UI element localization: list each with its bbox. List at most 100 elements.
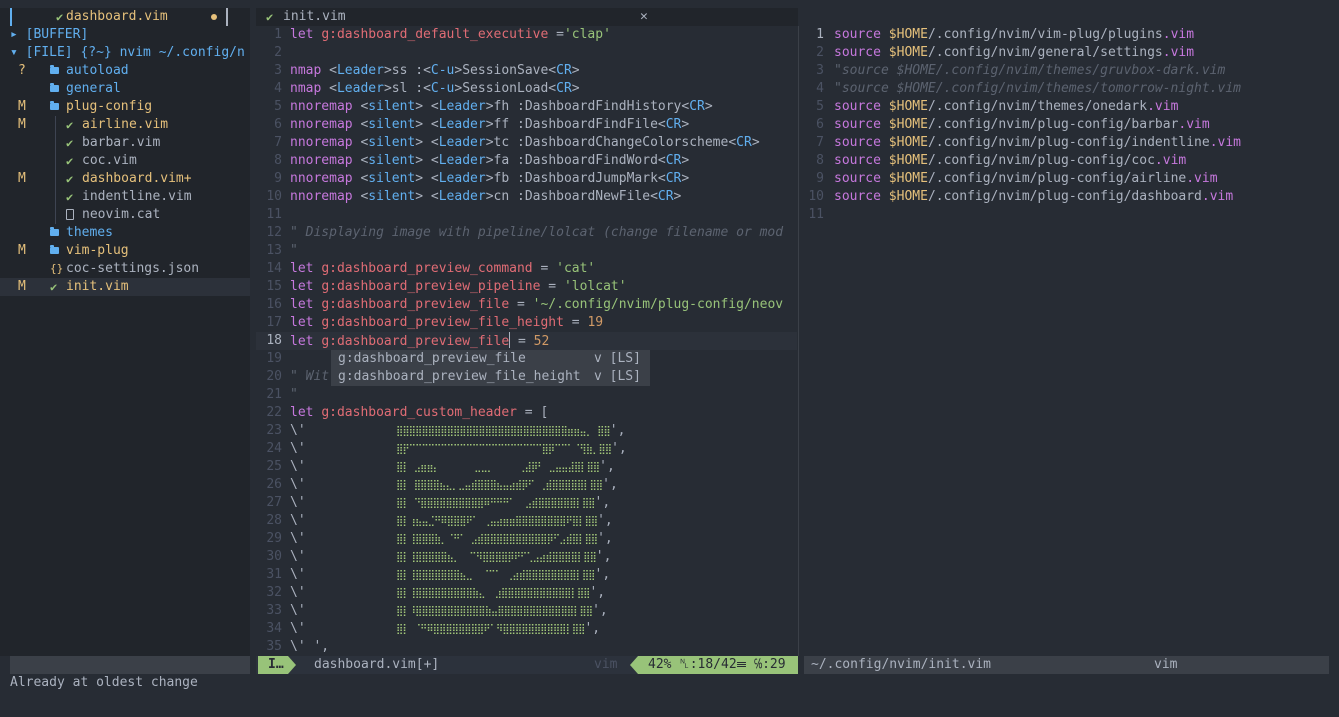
code-token: > — [704, 99, 713, 114]
line-number: 15 — [266, 279, 282, 294]
tab-close-icon[interactable]: ✕ — [640, 8, 648, 26]
code-token: let — [290, 334, 322, 349]
completion-item[interactable]: g:dashboard_preview_file_height v [LS] — [331, 368, 650, 386]
tree-row[interactable]: ✔ indentline.vim — [0, 188, 250, 206]
code-line[interactable]: 2 source $HOME/.config/nvim/general/setti… — [804, 44, 1339, 62]
code-line[interactable]: 23 \' ⣿⣿⣿⣿⣿⣿⣿⣿⣿⣿⣿⣿⣿⣿⣿⣿⣿⣿⣿⣿⣿⣿⣿⣿⣿⣿⣿⣶⣶⣤⡀ ⣿⣿'… — [256, 422, 797, 440]
code-token: nnoremap — [290, 117, 361, 132]
code-line[interactable]: 22 let g:dashboard_custom_header = [ — [256, 404, 797, 422]
code-line[interactable]: 32 \' ⣿⡇⢸⣿⣿⣿⣿⣿⣿⣿⣿⣿⣷⣄ ⣰⣿⣿⣿⣿⣿⣿⣿⣿⣿⣿⣿⡇⣿⣿', — [256, 584, 797, 602]
git-status-badge: M — [18, 243, 26, 258]
code-line[interactable]: 24 \' ⣿⡟⠉⠉⠉⠉⠉⠉⠉⠉⠉⠉⠉⠉⠉⠉⠉⠉⠉⠉⠉⠉⠉⣿⡿⠉⠉⠁⠈⢻⣷⡀⣿⣿'… — [256, 440, 797, 458]
tree-row[interactable]: ▸ [BUFFER] — [0, 26, 250, 44]
code-line[interactable]: 3 nmap <Leader>ss :<C-u>SessionSave<CR> — [256, 62, 797, 80]
tree-item-label: neovim.cat — [82, 207, 161, 222]
code-line[interactable]: 10 source $HOME/.config/nvim/plug-config/… — [804, 188, 1339, 206]
tree-row[interactable]: ✔ dashboard.vim — [0, 8, 250, 26]
code-token: .vim — [1201, 189, 1234, 204]
tree-row[interactable]: Mvim-plug — [0, 242, 250, 260]
line-number: 22 — [266, 405, 282, 420]
tree-row[interactable]: ? autoload — [0, 62, 250, 80]
tree-row[interactable]: ✔ coc.vim — [0, 152, 250, 170]
editor-right[interactable]: 1 source $HOME/.config/nvim/vim-plug/plug… — [804, 26, 1339, 656]
code-line[interactable]: 6 nnoremap <silent> <Leader>ff :Dashboard… — [256, 116, 797, 134]
code-line[interactable]: 35 \' ', — [256, 638, 797, 656]
code-line[interactable]: 16 let g:dashboard_preview_file = '~/.con… — [256, 296, 797, 314]
code-line[interactable]: 8 nnoremap <silent> <Leader>fa :Dashboard… — [256, 152, 797, 170]
code-line[interactable]: 18 let g:dashboard_preview_file = 52 — [256, 332, 797, 350]
code-line[interactable]: 21 " — [256, 386, 797, 404]
code-line[interactable]: 28 \' ⣿⡇⢰⣦⣤⣈⠛⠿⣿⣿⣿⠟⠁ ⢀⣤⣴⣶⣶⣿⣿⣿⣿⣿⣿⣿⣿⠟⣿⡇⣿⣿', — [256, 512, 797, 530]
code-line[interactable]: 31 \' ⣿⡇⢸⣿⣿⣿⣿⣿⣿⣿⣦⣀ ⠈⠉⠁ ⢀⣴⣾⣿⣿⣿⣿⣿⣿⣿⣿⡇⣿⣿', — [256, 566, 797, 584]
tree-item-label: general — [66, 81, 121, 96]
tree-row[interactable]: neovim.cat — [0, 206, 250, 224]
tree-row[interactable]: M ✔ init.vim — [0, 278, 250, 296]
code-line[interactable]: 7 source $HOME/.config/nvim/plug-config/i… — [804, 134, 1339, 152]
line-number: 29 — [266, 531, 282, 546]
line-number: 6 — [816, 117, 824, 132]
code-line[interactable]: 30 \' ⣿⡇⢸⣿⣿⣿⣿⣿⣦⡀ ⠉⠻⣿⣿⣿⣿⡿⠟⠋⢁⣠⣴⣾⣿⣿⣿⣿⡇⣿⣿', — [256, 548, 797, 566]
vim-icon: ✔ — [66, 118, 74, 132]
code-line[interactable]: 5 source $HOME/.config/nvim/themes/onedar… — [804, 98, 1339, 116]
code-token: \' — [290, 495, 306, 510]
editor-main[interactable]: 1 let g:dashboard_default_executive ='cla… — [256, 26, 797, 656]
tree-row[interactable]: M ✔ airline.vim — [0, 116, 250, 134]
code-line[interactable]: 15 let g:dashboard_preview_pipeline = 'lo… — [256, 278, 797, 296]
code-token: Leader — [438, 135, 486, 150]
code-line[interactable]: 34 \' ⣿⡇ ⠈⠛⠿⣿⣿⣿⣿⣿⣿⣿⣿⠟⠁⠻⣿⣿⣿⣿⣿⣿⣿⣿⣿⣿⡇⣿⣿', — [256, 620, 797, 638]
code-token: > — [571, 63, 580, 78]
code-token: \' — [290, 423, 306, 438]
code-line[interactable]: 13 " — [256, 242, 797, 260]
code-line[interactable]: 8 source $HOME/.config/nvim/plug-config/c… — [804, 152, 1339, 170]
code-token: /.config/nvim/plug-config/barbar — [927, 117, 1179, 132]
code-token: nnoremap — [290, 153, 361, 168]
code-token: .vim — [1162, 27, 1195, 42]
vim-icon: ✔ — [66, 190, 74, 204]
tree-row[interactable]: M ✔ dashboard.vim+ — [0, 170, 250, 188]
code-line[interactable]: 9 source $HOME/.config/nvim/plug-config/a… — [804, 170, 1339, 188]
code-line[interactable]: 3 "source $HOME/.config/nvim/themes/gruvb… — [804, 62, 1339, 80]
code-line[interactable]: 4 nmap <Leader>sl :<C-u>SessionLoad<CR> — [256, 80, 797, 98]
code-line[interactable]: 11 — [804, 206, 1339, 224]
code-line[interactable]: 1 let g:dashboard_default_executive ='cla… — [256, 26, 797, 44]
tree-row[interactable]: Mplug-config — [0, 98, 250, 116]
tree-row[interactable]: {} coc-settings.json — [0, 260, 250, 278]
code-line[interactable]: 6 source $HOME/.config/nvim/plug-config/b… — [804, 116, 1339, 134]
code-line[interactable]: 9 nnoremap <silent> <Leader>fb :Dashboard… — [256, 170, 797, 188]
code-line[interactable]: 5 nnoremap <silent> <Leader>fh :Dashboard… — [256, 98, 797, 116]
line-number: 4 — [816, 81, 824, 96]
vim-icon: ✔ — [56, 10, 64, 24]
code-token: ', — [597, 531, 613, 546]
code-token: ⣿⡇ ⠙⣿⣿⣿⣿⣿⣿⣿⣿⣿⣿⠿⠛⠛⠛⠁ ⣠⣾⣿⣿⣿⣿⣿⣿⡇⣿⣿ — [305, 498, 595, 509]
completion-item[interactable]: g:dashboard_preview_file v [LS] — [331, 350, 650, 368]
mode-separator — [288, 656, 296, 674]
code-token: ⣿⡇⠸⣿⣿⣿⣿⣿⣿⣿⣿⣿⣿⣿⣷⣤⣿⣿⣿⣿⣿⣿⣿⣿⣿⣿⣿⣿⡇⣿⣿ — [305, 606, 593, 617]
command-line[interactable]: Already at oldest change — [10, 674, 198, 692]
code-line[interactable]: 10 nnoremap <silent> <Leader>cn :Dashboar… — [256, 188, 797, 206]
code-line[interactable]: 27 \' ⣿⡇ ⠙⣿⣿⣿⣿⣿⣿⣿⣿⣿⣿⠿⠛⠛⠛⠁ ⣠⣾⣿⣿⣿⣿⣿⣿⡇⣿⣿', — [256, 494, 797, 512]
code-line[interactable]: 33 \' ⣿⡇⠸⣿⣿⣿⣿⣿⣿⣿⣿⣿⣿⣿⣷⣤⣿⣿⣿⣿⣿⣿⣿⣿⣿⣿⣿⣿⡇⣿⣿', — [256, 602, 797, 620]
tab-init-vim[interactable]: init.vim — [283, 8, 346, 26]
code-line[interactable]: 4 "source $HOME/.config/nvim/themes/tomor… — [804, 80, 1339, 98]
code-line[interactable]: 29 \' ⣿⡇⢸⣿⣿⣿⣷⡀⠈⠛⠁ ⣠⣾⣿⣿⣿⣿⣿⣿⣿⣿⣿⣿⡿⠋⣠⣾⣿⡇⣿⣿', — [256, 530, 797, 548]
code-line[interactable]: 14 let g:dashboard_preview_command = 'cat… — [256, 260, 797, 278]
vertical-split-divider[interactable] — [798, 26, 799, 656]
tree-row[interactable]: general — [0, 80, 250, 98]
code-line[interactable]: 26 \' ⣿⡇ ⣿⣿⣿⣿⣦⣄⡀⣀⣤⣾⣿⣿⣿⣦⣤⣴⣾⡿⠋ ⢀⣾⣿⣿⣿⣿⣿⡇⣿⣿', — [256, 476, 797, 494]
code-line[interactable]: 2 — [256, 44, 797, 62]
file-tree[interactable]: ✔ dashboard.vim ▸ [BUFFER] ▾ [FILE] {?~} nv… — [0, 8, 250, 656]
code-line[interactable]: 7 nnoremap <silent> <Leader>tc :Dashboard… — [256, 134, 797, 152]
code-line[interactable]: 12 " Displaying image with pipeline/lolca… — [256, 224, 797, 242]
code-text: \' ⣿⡇⢸⣿⣿⣿⣿⣿⣿⣿⣦⣀ ⠈⠉⠁ ⢀⣴⣾⣿⣿⣿⣿⣿⣿⣿⣿⡇⣿⣿', — [290, 566, 610, 585]
tree-row[interactable]: ▾ [FILE] {?~} nvim ~/.config/n — [0, 44, 250, 62]
line-number: 6 — [274, 117, 282, 132]
code-line[interactable]: 11 — [256, 206, 797, 224]
line-number: 13 — [266, 243, 282, 258]
code-token: ⣿⡇⢸⣿⣿⣿⣿⣿⣦⡀ ⠉⠻⣿⣿⣿⣿⡿⠟⠋⢁⣠⣴⣾⣿⣿⣿⣿⡇⣿⣿ — [305, 552, 597, 563]
code-line[interactable]: 17 let g:dashboard_preview_file_height = … — [256, 314, 797, 332]
code-line[interactable]: 1 source $HOME/.config/nvim/vim-plug/plug… — [804, 26, 1339, 44]
tree-row[interactable]: themes — [0, 224, 250, 242]
completion-popup[interactable]: g:dashboard_preview_file v [LS] g:dashboar… — [331, 350, 650, 386]
code-line[interactable]: 25 \' ⣿⡇ ⣠⣶⣶⡄ ⣀⣀⡀ ⢀⣼⡿⠃ ⣀⣤⣤⣼⣿⡇⣿⣿', — [256, 458, 797, 476]
tree-row[interactable]: ✔ barbar.vim — [0, 134, 250, 152]
